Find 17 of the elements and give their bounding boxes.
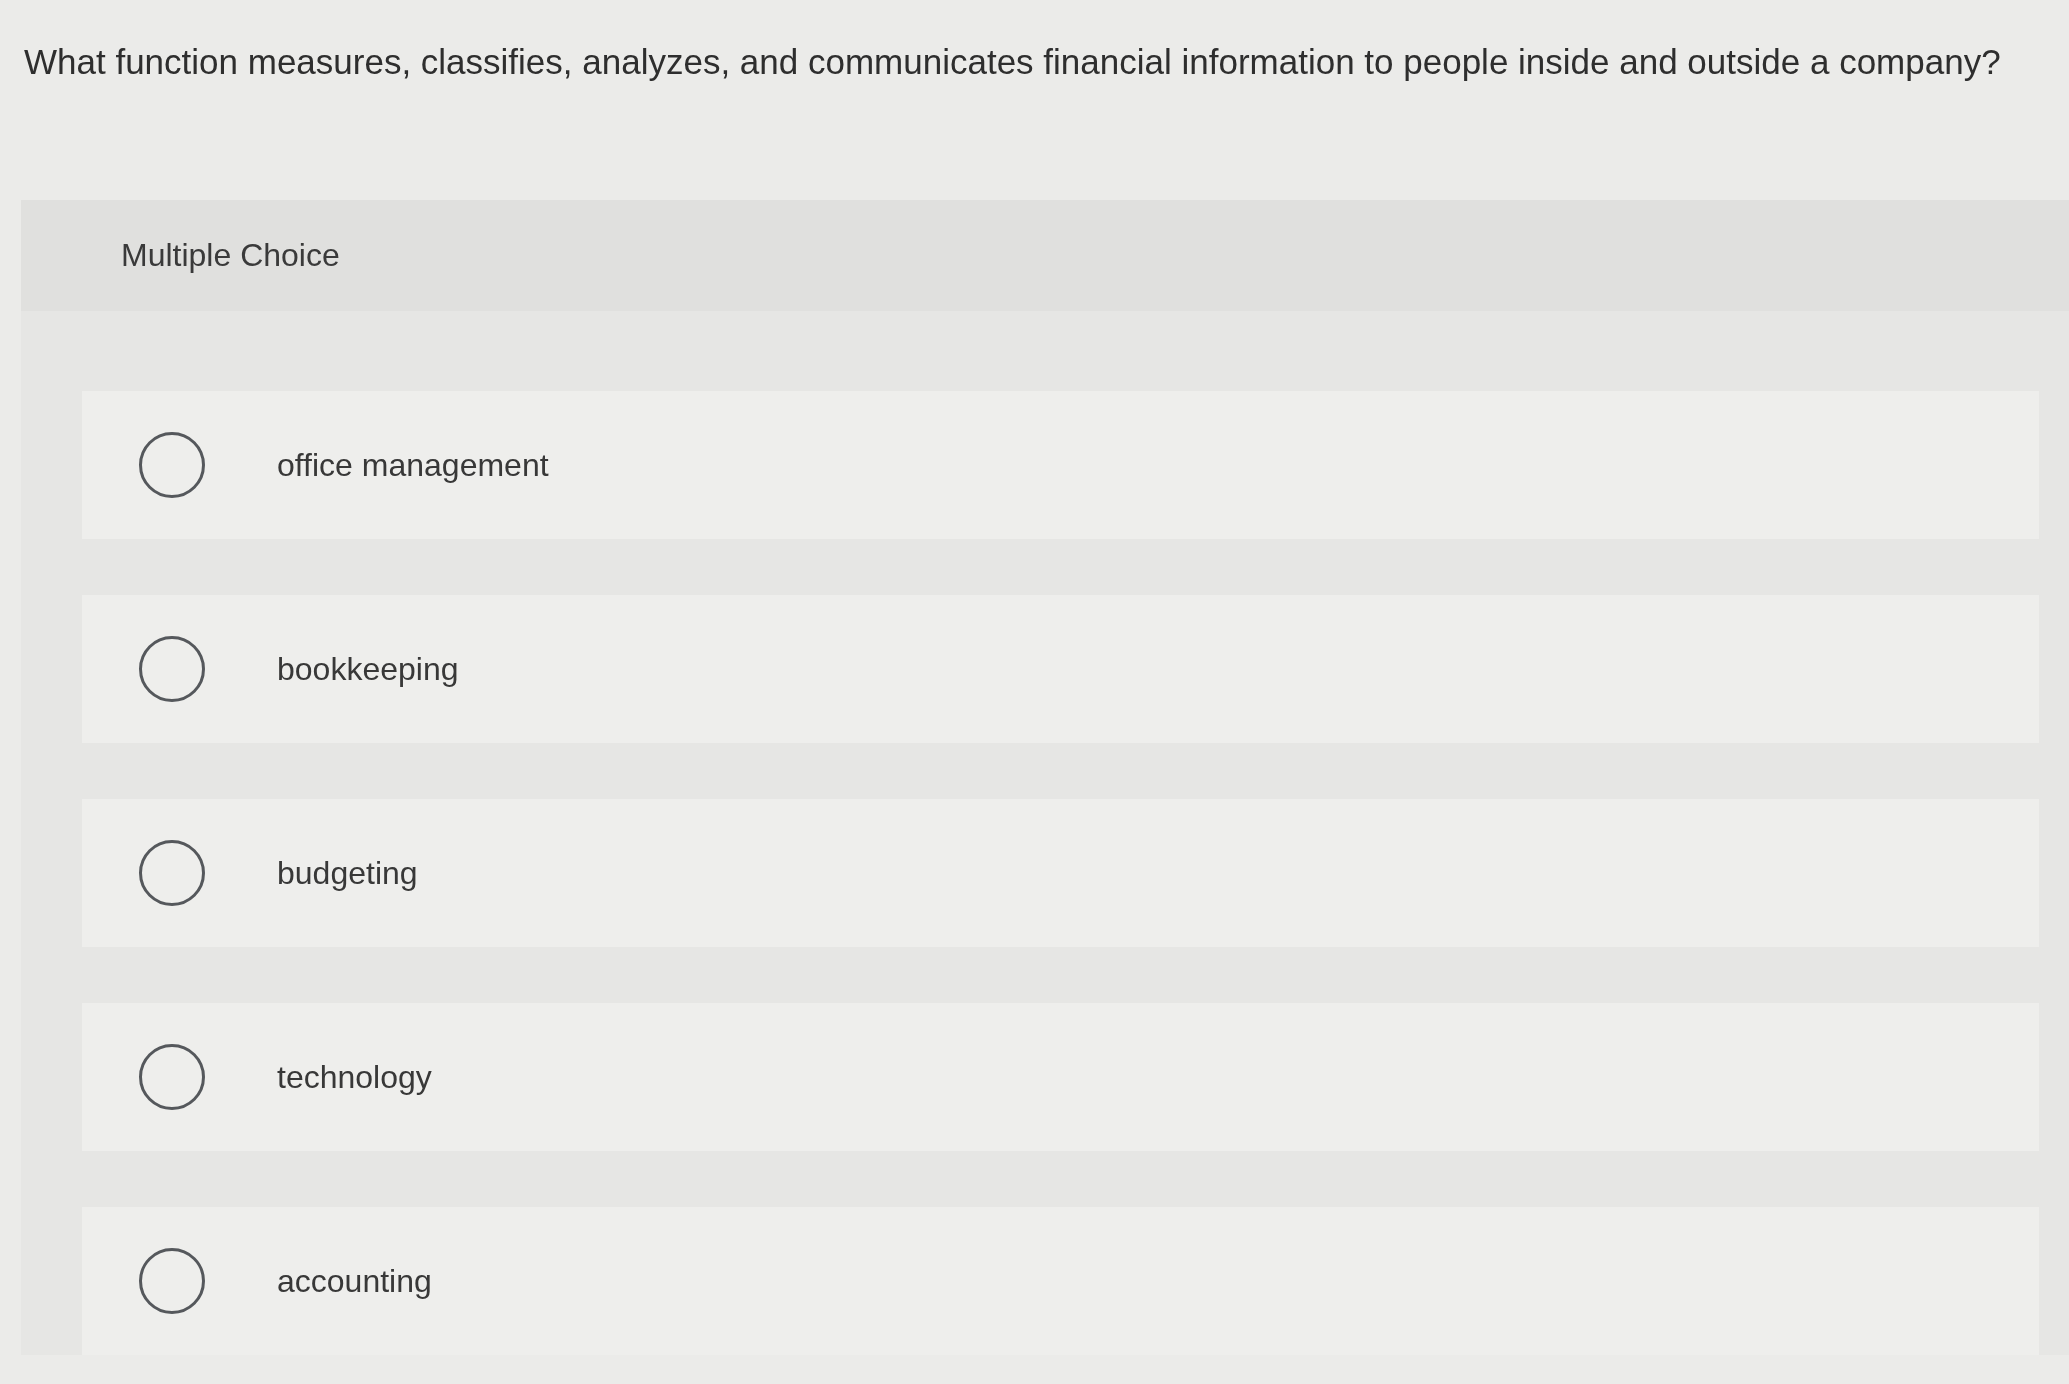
option-label: accounting xyxy=(277,1262,432,1300)
option-label: technology xyxy=(277,1058,432,1096)
radio-button[interactable] xyxy=(139,636,205,702)
answer-option[interactable]: bookkeeping xyxy=(82,595,2039,743)
answer-option[interactable]: office management xyxy=(82,391,2039,539)
radio-button[interactable] xyxy=(139,1044,205,1110)
answer-option[interactable]: technology xyxy=(82,1003,2039,1151)
question-text: What function measures, classifies, analyzes, and communicates financial information to people inside and outside a company? xyxy=(24,41,2002,83)
option-label: office management xyxy=(277,446,549,484)
option-label: bookkeeping xyxy=(277,650,459,688)
section-title: Multiple Choice xyxy=(121,237,340,274)
answer-option[interactable]: budgeting xyxy=(82,799,2039,947)
radio-button[interactable] xyxy=(139,840,205,906)
option-label: budgeting xyxy=(277,854,418,892)
answer-option[interactable]: accounting xyxy=(82,1207,2039,1355)
radio-button[interactable] xyxy=(139,1248,205,1314)
radio-button[interactable] xyxy=(139,432,205,498)
